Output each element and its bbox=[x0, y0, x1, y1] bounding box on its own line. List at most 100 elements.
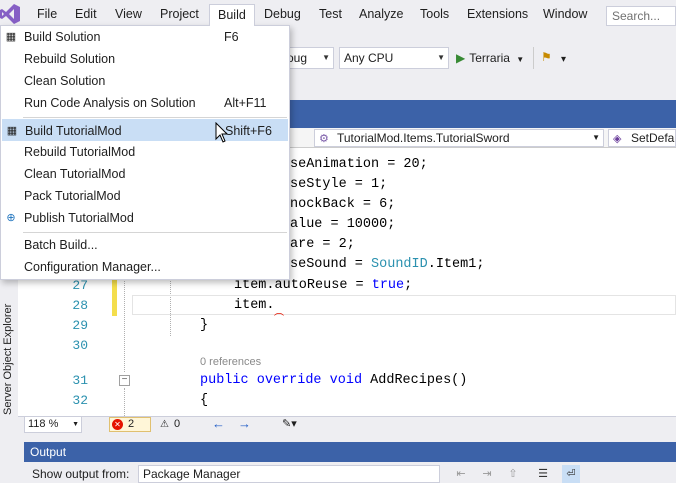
code-line-value: alue = 10000; bbox=[290, 217, 396, 232]
menu-item-label: Build Solution bbox=[24, 30, 101, 44]
codelens-references[interactable]: 0 references bbox=[200, 356, 261, 368]
visual-studio-logo-icon bbox=[0, 4, 20, 24]
code-line-open-brace: { bbox=[200, 393, 209, 408]
menu-file[interactable]: File bbox=[29, 4, 65, 24]
menu-item-label: Pack TutorialMod bbox=[24, 189, 121, 203]
chevron-down-icon: ▼ bbox=[72, 421, 79, 428]
error-count: 2 bbox=[128, 418, 135, 430]
menu-view[interactable]: View bbox=[107, 4, 150, 24]
error-squiggle: ︵ bbox=[274, 307, 284, 318]
navigate-forward-icon[interactable]: → bbox=[238, 416, 251, 431]
solution-platform-value: Any CPU bbox=[344, 51, 394, 65]
menu-window[interactable]: Window bbox=[535, 4, 595, 24]
solution-platform-combo[interactable]: Any CPU ▼ bbox=[339, 47, 449, 69]
build-icon: ▦ bbox=[5, 31, 17, 43]
play-icon: ▶ bbox=[456, 51, 466, 65]
toolbar-overflow-icon[interactable]: ▾ bbox=[561, 54, 566, 65]
menu-item-clean-project[interactable]: Clean TutorialMod bbox=[2, 163, 288, 185]
find-message-icon[interactable]: ⇤ bbox=[452, 465, 470, 483]
output-panel-title: Output bbox=[24, 442, 676, 462]
menu-item-build-project[interactable]: ▦ Build TutorialMod Shift+F6 bbox=[2, 119, 288, 141]
menu-separator bbox=[23, 232, 287, 233]
method-icon: ◈ bbox=[613, 133, 622, 145]
code-type-soundid: SoundID bbox=[371, 257, 428, 272]
menu-item-configuration-manager[interactable]: Configuration Manager... bbox=[2, 256, 288, 278]
chevron-down-icon: ▼ bbox=[437, 53, 445, 62]
output-source-combo[interactable]: Package Manager bbox=[138, 465, 440, 483]
menu-item-run-code-analysis[interactable]: Run Code Analysis on Solution Alt+F11 bbox=[2, 92, 288, 114]
menu-debug[interactable]: Debug bbox=[256, 4, 309, 24]
code-keyword: void bbox=[329, 373, 363, 388]
run-target-label: Terraria bbox=[469, 51, 510, 65]
code-keyword: public bbox=[200, 373, 249, 388]
collapse-toggle-icon[interactable]: − bbox=[119, 375, 130, 386]
menu-edit[interactable]: Edit bbox=[67, 4, 105, 24]
menu-analyze[interactable]: Analyze bbox=[351, 4, 411, 24]
menu-project[interactable]: Project bbox=[152, 4, 207, 24]
menu-item-batch-build[interactable]: Batch Build... bbox=[2, 234, 288, 256]
code-keyword: override bbox=[256, 373, 322, 388]
menu-item-shortcut: Alt+F11 bbox=[224, 96, 267, 110]
line-number: 29 bbox=[72, 318, 88, 333]
start-debugging-button[interactable]: ▶ Terraria ▼ bbox=[456, 47, 524, 69]
code-text: item.autoReuse = bbox=[234, 278, 372, 293]
line-number: 30 bbox=[72, 338, 88, 353]
menu-item-rebuild-solution[interactable]: Rebuild Solution bbox=[2, 48, 288, 70]
search-input[interactable]: Search... bbox=[606, 6, 676, 26]
code-text: .Item1; bbox=[427, 257, 485, 272]
goto-next-message-icon[interactable]: ⇧ bbox=[504, 465, 522, 483]
menu-item-label: Rebuild Solution bbox=[24, 52, 116, 66]
line-number: 32 bbox=[72, 393, 88, 408]
menu-item-publish-project[interactable]: ⊕ Publish TutorialMod bbox=[2, 207, 288, 229]
solution-configuration-value: oug bbox=[287, 51, 308, 65]
menu-tools[interactable]: Tools bbox=[412, 4, 457, 24]
output-source-value: Package Manager bbox=[143, 467, 241, 481]
toolbar-separator bbox=[533, 47, 534, 69]
warning-icon: ⚠ bbox=[160, 419, 169, 430]
current-line-highlight bbox=[132, 295, 676, 315]
server-object-explorer-tab[interactable]: Server Object Explorer bbox=[2, 275, 16, 415]
code-keyword: true bbox=[371, 278, 405, 293]
menu-item-label: Rebuild TutorialMod bbox=[24, 145, 136, 159]
clear-all-icon[interactable]: ☰ bbox=[534, 465, 552, 483]
code-line-add-recipes: public override void AddRecipes() bbox=[200, 371, 467, 391]
menu-test[interactable]: Test bbox=[311, 4, 350, 24]
menu-item-clean-solution[interactable]: Clean Solution bbox=[2, 70, 288, 92]
warning-count[interactable]: 0 bbox=[174, 418, 180, 430]
code-line-use-style: seStyle = 1; bbox=[290, 177, 388, 192]
zoom-combo[interactable]: 118 % ▼ bbox=[24, 416, 82, 433]
code-line-close-brace: } bbox=[200, 318, 209, 333]
type-navigation-value: TutorialMod.Items.TutorialSword bbox=[337, 131, 510, 145]
find-in-files-icon[interactable]: ⚑ bbox=[541, 50, 552, 64]
brush-icon[interactable]: ✎▾ bbox=[282, 417, 297, 430]
code-line-use-sound: seSound = SoundID.Item1; bbox=[290, 255, 484, 275]
error-icon: ✕ bbox=[112, 419, 123, 430]
menu-bar: File Edit View Project Build Debug Test … bbox=[0, 0, 676, 28]
menu-item-rebuild-project[interactable]: Rebuild TutorialMod bbox=[2, 141, 288, 163]
menu-item-label: Build TutorialMod bbox=[25, 124, 122, 138]
code-text: seSound = bbox=[290, 257, 372, 272]
menu-item-label: Publish TutorialMod bbox=[24, 211, 134, 225]
goto-prev-message-icon[interactable]: ⇥ bbox=[478, 465, 496, 483]
member-navigation-combo[interactable]: ◈ SetDefau bbox=[608, 129, 676, 147]
error-count-button[interactable]: ✕ 2 bbox=[109, 417, 151, 432]
code-text: ; bbox=[404, 278, 413, 293]
build-icon: ▦ bbox=[6, 125, 18, 137]
code-method-name: AddRecipes() bbox=[370, 373, 468, 388]
menu-item-pack-project[interactable]: Pack TutorialMod bbox=[2, 185, 288, 207]
menu-item-build-solution[interactable]: ▦ Build Solution F6 bbox=[2, 26, 288, 48]
menu-build[interactable]: Build bbox=[209, 4, 255, 26]
menu-item-shortcut: F6 bbox=[224, 30, 239, 44]
member-navigation-value: SetDefau bbox=[631, 131, 675, 145]
code-line-use-animation: seAnimation = 20; bbox=[290, 157, 428, 172]
code-line-item: item. bbox=[234, 298, 275, 313]
menu-item-label: Clean TutorialMod bbox=[24, 167, 126, 181]
unsaved-change-marker bbox=[112, 276, 117, 316]
navigate-back-icon[interactable]: ← bbox=[212, 416, 225, 431]
chevron-down-icon: ▼ bbox=[322, 53, 330, 62]
menu-item-label: Run Code Analysis on Solution bbox=[24, 96, 196, 110]
type-navigation-combo[interactable]: ⚙ TutorialMod.Items.TutorialSword ▼ bbox=[314, 129, 604, 147]
menu-item-label: Clean Solution bbox=[24, 74, 106, 88]
toggle-word-wrap-icon[interactable]: ⏎ bbox=[562, 465, 580, 483]
menu-extensions[interactable]: Extensions bbox=[459, 4, 536, 24]
